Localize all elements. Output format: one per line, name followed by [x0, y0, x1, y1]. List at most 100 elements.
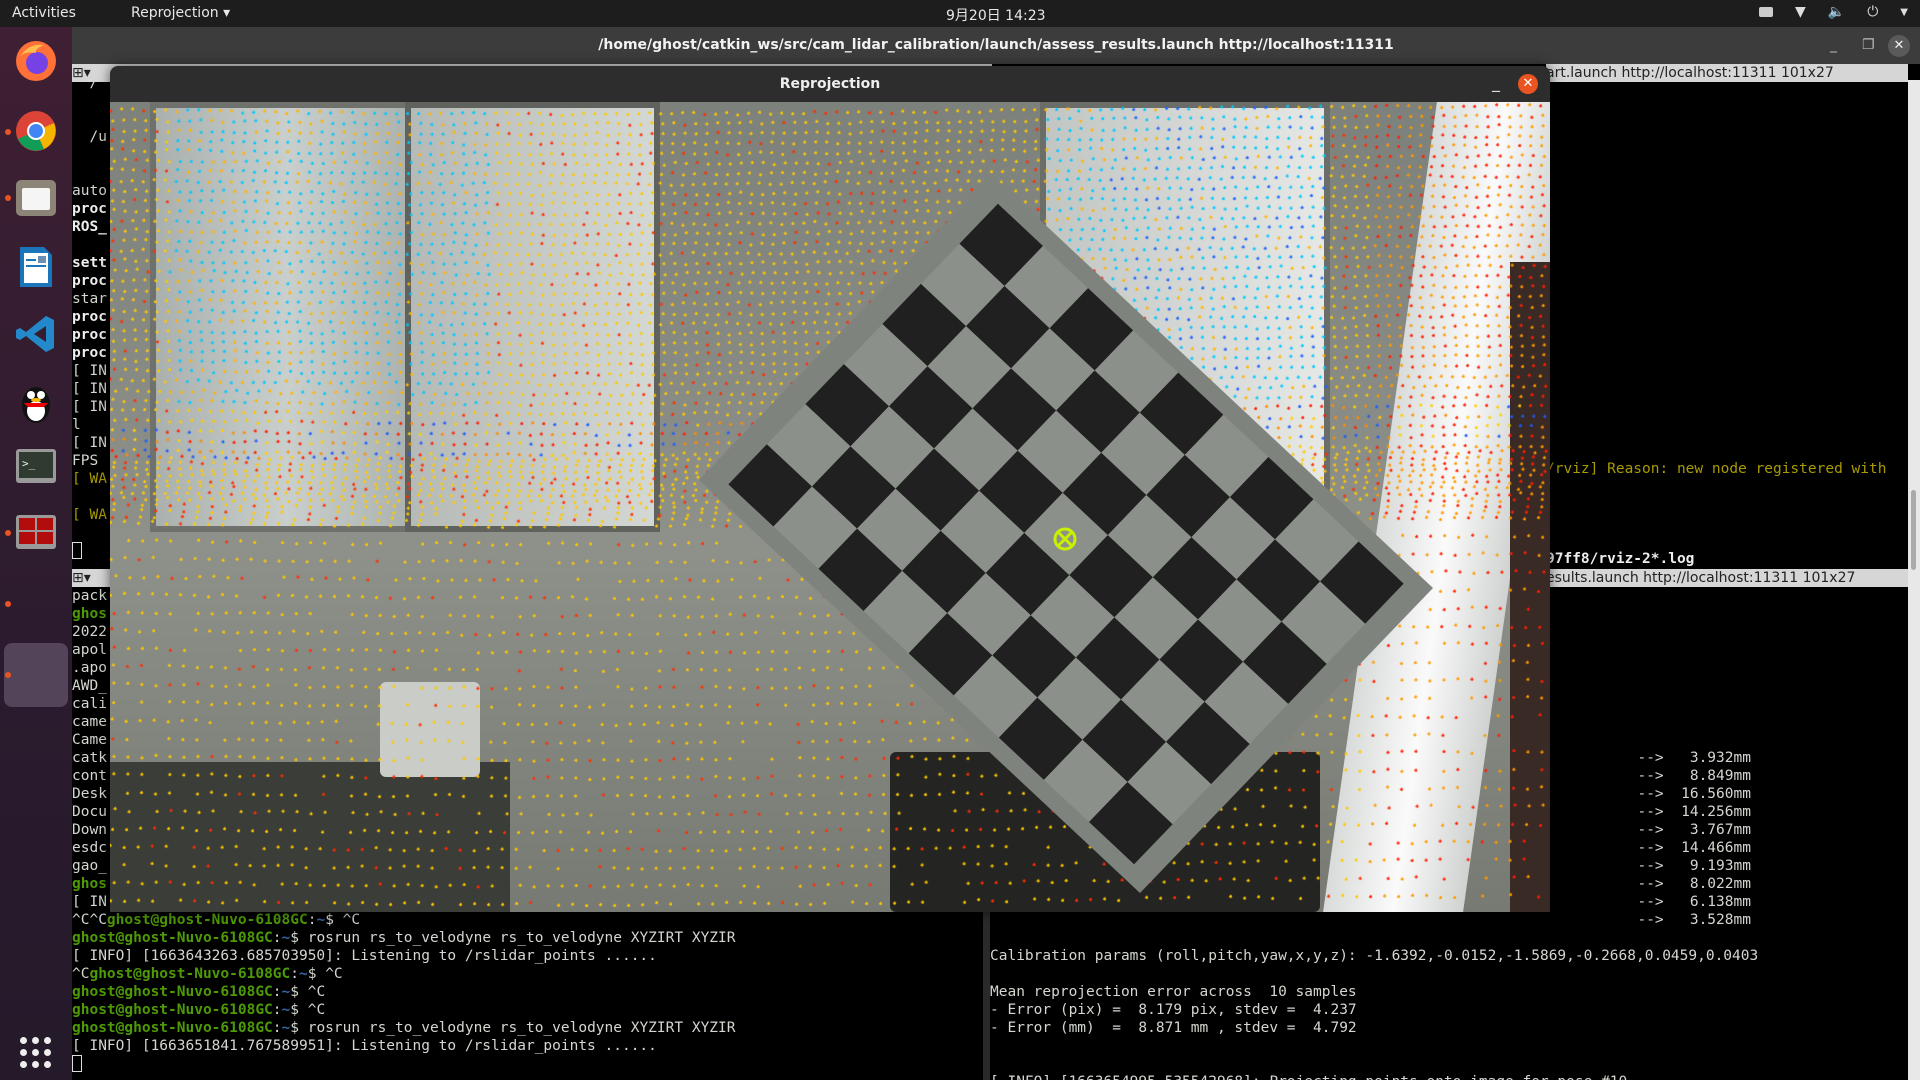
terminal-text: ghost@ghost-Nuvo-6108GC	[89, 966, 291, 982]
terminal-text: ghost@ghost-Nuvo-6108GC	[72, 930, 273, 946]
terminal-text: Desk	[72, 786, 107, 802]
terminal-text: $ ^C	[307, 966, 343, 982]
terminal-text: proc	[72, 345, 107, 361]
terminal-text: [ IN	[72, 381, 107, 397]
close-button[interactable]: ✕	[1518, 74, 1538, 94]
chevron-down-icon: ▼	[1900, 6, 1908, 18]
pane-header-top-right[interactable]: art.launch http://localhost:11311 101x27	[1546, 64, 1908, 82]
info-line: [ INFO] [1663654995.535542968]: Projecti…	[990, 1073, 1908, 1080]
error-pix: - Error (pix) = 8.179 pix, stdev = 4.237	[990, 1002, 1357, 1018]
terminal-cursor	[72, 1055, 82, 1072]
terminal-cursor	[72, 542, 82, 559]
pane-header-bottom-right[interactable]: esults.launch http://localhost:11311 101…	[1546, 569, 1908, 587]
pane-title: esults.launch http://localhost:11311 101…	[1546, 570, 1856, 586]
terminal-text: cali	[72, 696, 107, 712]
svg-text:>_: >_	[22, 457, 36, 470]
dock: >_	[0, 27, 72, 1080]
dock-active-app[interactable]	[4, 643, 68, 707]
terminal-text: [ IN	[72, 363, 107, 379]
terminal-text: .apo	[72, 660, 107, 676]
show-applications-icon[interactable]	[20, 1037, 51, 1068]
terminal-icon[interactable]: >_	[12, 443, 60, 491]
running-indicator	[5, 672, 11, 678]
minimize-button[interactable]: _	[1492, 66, 1500, 100]
terminal-text: ^C	[72, 966, 90, 982]
terminal-line: 97ff8/rviz-2*.log	[1546, 551, 1695, 567]
terminal-pane-top-right[interactable]: /rviz] Reason: new node registered with 9…	[1546, 82, 1908, 569]
terminal-text: ~	[281, 1002, 291, 1018]
terminal-text: /u	[72, 129, 107, 145]
firefox-icon[interactable]	[12, 37, 60, 85]
maximize-button[interactable]: ❐	[1862, 27, 1875, 64]
terminal-text: apol	[72, 642, 107, 658]
terminal-text: ~	[316, 912, 326, 928]
terminal-line: ghost@ghost-Nuvo-6108GC:~$ rosrun rs_to_…	[72, 929, 983, 947]
terminal-text: catk	[72, 750, 107, 766]
terminal-line: ghost@ghost-Nuvo-6108GC:~$ ^C	[72, 1001, 983, 1019]
terminal-text: ^C^C	[72, 912, 107, 928]
terminal-text: esdc	[72, 840, 107, 856]
chrome-icon[interactable]	[12, 107, 60, 155]
terminal-line: [ INFO] [1663643263.685703950]: Listenin…	[72, 947, 983, 965]
scrollbar[interactable]	[1908, 80, 1920, 1080]
window-title: /home/ghost/catkin_ws/src/cam_lidar_cali…	[72, 27, 1920, 64]
pane-menu-icon[interactable]: ⊞▾	[72, 570, 91, 586]
keyboard-icon	[1759, 7, 1773, 17]
terminal-text: $ ^C	[325, 912, 361, 928]
reprojection-image	[110, 102, 1550, 912]
terminal-text: :	[272, 1020, 282, 1036]
qq-icon[interactable]	[12, 379, 60, 427]
terminal-line: ghost@ghost-Nuvo-6108GC:~$ rosrun rs_to_…	[72, 1019, 983, 1037]
terminal-text: ghost@ghost-Nuvo-6108GC	[72, 984, 273, 1000]
running-indicator	[5, 129, 11, 135]
pane-splitter[interactable]	[983, 912, 990, 1080]
system-status-area[interactable]: ▼ 🔈 ⏻ ▼	[1759, 4, 1908, 20]
terminator-icon[interactable]	[12, 509, 60, 557]
terminal-text: [ INFO] [1663651841.767589951]: Listenin…	[72, 1038, 657, 1054]
terminal-text: /	[72, 75, 99, 91]
terminal-text: cont	[72, 768, 107, 784]
terminal-text: star	[72, 291, 107, 307]
terminal-text: FPS	[72, 453, 99, 469]
activities-button[interactable]: Activities	[12, 5, 76, 21]
pane-title: art.launch http://localhost:11311 101x27	[1546, 65, 1834, 81]
terminal-text: came	[72, 714, 107, 730]
terminal-text: proc	[72, 309, 107, 325]
terminal-text: Down	[72, 822, 107, 838]
terminal-text: ghost@ghost-Nuvo-6108GC	[72, 1002, 273, 1018]
close-button[interactable]: ✕	[1888, 35, 1910, 57]
app-menu[interactable]: Reprojection ▾	[131, 5, 230, 21]
terminal-line: ^C^Cghost@ghost-Nuvo-6108GC:~$ ^C	[72, 911, 983, 929]
libreoffice-writer-icon[interactable]	[12, 243, 60, 291]
terminal-text: ghost@ghost-Nuvo-6108GC	[106, 912, 308, 928]
files-icon[interactable]	[12, 174, 60, 222]
clock[interactable]: 9月20日 14:23	[946, 5, 1046, 25]
minimize-button[interactable]: _	[1830, 27, 1837, 64]
terminal-text: proc	[72, 273, 107, 289]
terminal-line: ghost@ghost-Nuvo-6108GC:~$ ^C	[72, 983, 983, 1001]
terminal-text: sett	[72, 255, 107, 271]
terminal-text: [ IN	[72, 435, 107, 451]
vscode-icon[interactable]	[12, 310, 60, 358]
top-bar: Activities Reprojection ▾ 9月20日 14:23 ▼ …	[0, 0, 1920, 27]
